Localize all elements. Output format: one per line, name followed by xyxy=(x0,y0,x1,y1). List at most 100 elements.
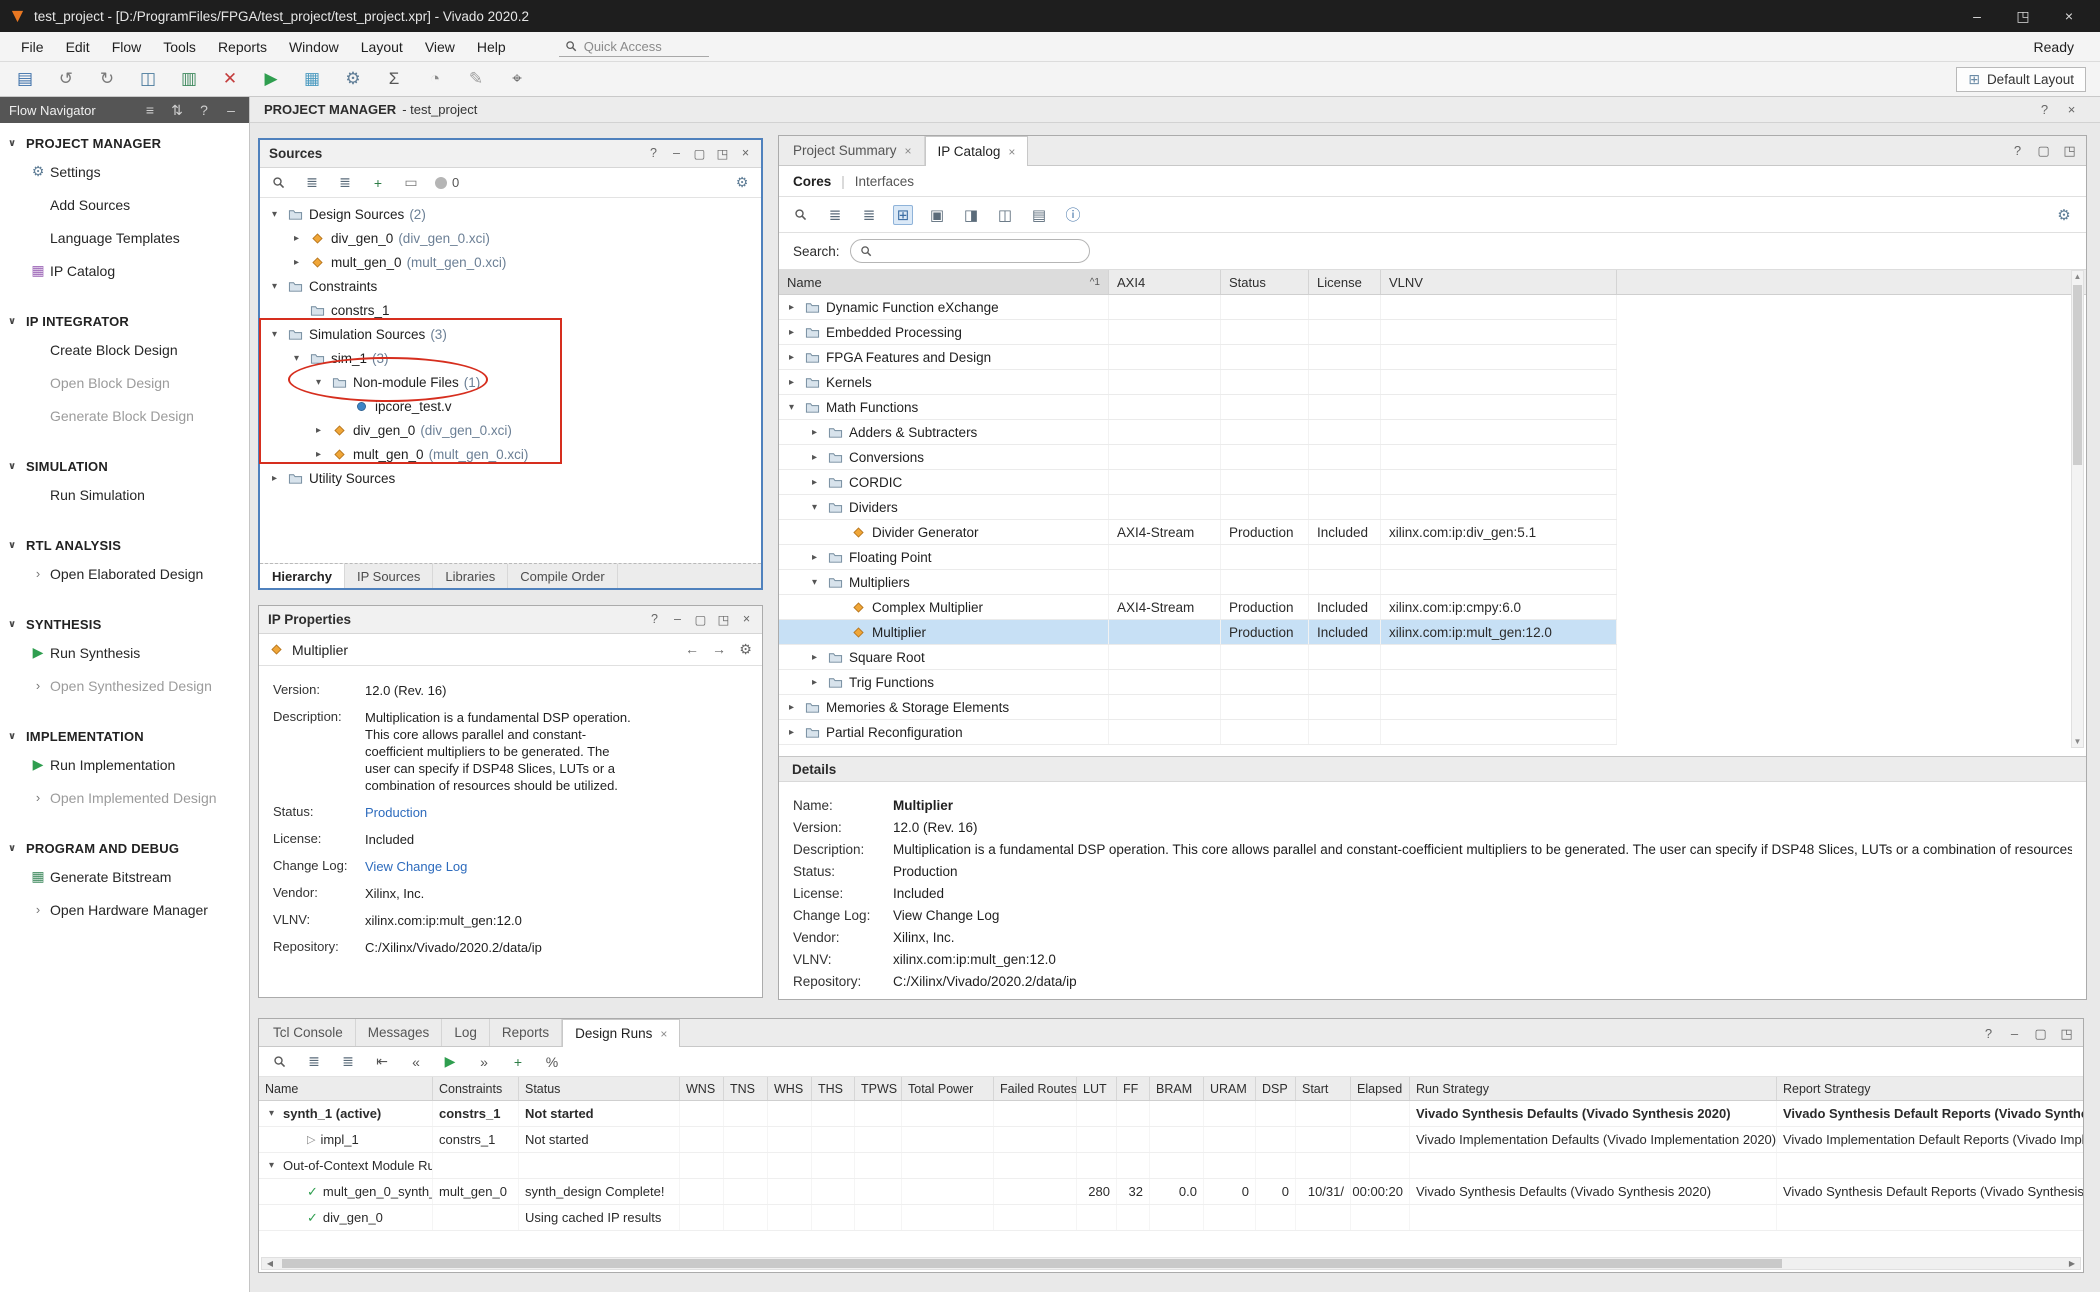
sources-tree-item-non-module-files[interactable]: ▾Non-module Files(1) xyxy=(260,370,761,394)
tab-design-runs[interactable]: Design Runs× xyxy=(562,1019,680,1047)
catalog-row-square-root[interactable]: ▸Square Root xyxy=(779,645,1617,670)
collapse-all-icon[interactable]: ≣ xyxy=(825,205,845,225)
settings-icon[interactable]: ⚙ xyxy=(342,69,364,89)
column-header-vlnv[interactable]: VLNV xyxy=(1381,270,1617,294)
catalog-row-conversions[interactable]: ▸Conversions xyxy=(779,445,1617,470)
minimize-icon[interactable]: – xyxy=(222,100,240,120)
design-run-row-out-of-context-module-runs[interactable]: ▾Out-of-Context Module Runs xyxy=(259,1153,2084,1179)
minimize-icon[interactable]: – xyxy=(670,146,683,161)
flow-item-settings[interactable]: ⚙Settings xyxy=(0,155,249,188)
flow-item-open-elaborated-design[interactable]: ›Open Elaborated Design xyxy=(0,557,249,590)
column-header-report-strategy[interactable]: Report Strategy xyxy=(1777,1077,2084,1100)
property-value[interactable]: View Change Log xyxy=(365,858,637,875)
column-header-failed-routes[interactable]: Failed Routes xyxy=(994,1077,1077,1100)
subtab-interfaces[interactable]: Interfaces xyxy=(855,174,914,189)
sources-tree-item-div-gen-0[interactable]: ▸div_gen_0(div_gen_0.xci) xyxy=(260,418,761,442)
dashboard-icon[interactable]: ▦ xyxy=(301,69,323,89)
minimize-icon[interactable]: – xyxy=(1956,3,1998,29)
flow-section-header-synthesis[interactable]: ∨SYNTHESIS xyxy=(0,612,249,636)
column-header-run-strategy[interactable]: Run Strategy xyxy=(1410,1077,1777,1100)
chevron-right-icon[interactable]: ▸ xyxy=(785,702,798,713)
catalog-row-dividers[interactable]: ▾Dividers xyxy=(779,495,1617,520)
sources-tree-item-ipcore-test-v[interactable]: ipcore_test.v xyxy=(260,394,761,418)
horizontal-scrollbar[interactable]: ◀ ▶ xyxy=(261,1257,2081,1270)
flow-item-add-sources[interactable]: Add Sources xyxy=(0,188,249,221)
sources-tree-item-div-gen-0[interactable]: ▸div_gen_0(div_gen_0.xci) xyxy=(260,226,761,250)
maximize-icon[interactable]: ◳ xyxy=(2002,3,2044,29)
chevron-down-icon[interactable]: ▾ xyxy=(268,209,281,220)
catalog-vertical-scrollbar[interactable]: ▲ ▼ xyxy=(2071,270,2084,748)
design-run-row-div-gen-0[interactable]: ✓div_gen_0Using cached IP results xyxy=(259,1205,2084,1231)
sources-tree-item-constraints[interactable]: ▾Constraints xyxy=(260,274,761,298)
sources-tab-hierarchy[interactable]: Hierarchy xyxy=(260,564,345,588)
column-header-lut[interactable]: LUT xyxy=(1077,1077,1117,1100)
flow-section-header-implementation[interactable]: ∨IMPLEMENTATION xyxy=(0,724,249,748)
sources-tree-item-mult-gen-0[interactable]: ▸mult_gen_0(mult_gen_0.xci) xyxy=(260,250,761,274)
catalog-row-cordic[interactable]: ▸CORDIC xyxy=(779,470,1617,495)
catalog-row-multipliers[interactable]: ▾Multipliers xyxy=(779,570,1617,595)
fast-forward-icon[interactable]: » xyxy=(475,1052,493,1072)
column-header-name[interactable]: Name^1 xyxy=(779,270,1109,294)
catalog-row-kernels[interactable]: ▸Kernels xyxy=(779,370,1617,395)
help-icon[interactable]: ? xyxy=(2011,143,2024,159)
scroll-left-icon[interactable]: ◀ xyxy=(263,1258,277,1270)
scroll-down-icon[interactable]: ▼ xyxy=(2072,736,2083,747)
column-header-status[interactable]: Status xyxy=(1221,270,1309,294)
flow-item-run-synthesis[interactable]: ▶Run Synthesis xyxy=(0,636,249,669)
catalog-row-multiplier[interactable]: MultiplierProductionIncludedxilinx.com:i… xyxy=(779,620,1617,645)
sources-tree-item-design-sources[interactable]: ▾Design Sources(2) xyxy=(260,202,761,226)
grid-icon[interactable]: ▤ xyxy=(1029,205,1049,225)
chevron-down-icon[interactable]: ▾ xyxy=(268,281,281,292)
chevron-right-icon[interactable]: ▸ xyxy=(808,452,821,463)
help-icon[interactable]: ? xyxy=(648,612,661,627)
flow-item-ip-catalog[interactable]: ▦IP Catalog xyxy=(0,254,249,287)
save-icon[interactable]: ▤ xyxy=(14,69,36,89)
float-icon[interactable]: ▢ xyxy=(694,612,707,627)
flow-section-header-program-and-debug[interactable]: ∨PROGRAM AND DEBUG xyxy=(0,836,249,860)
search-icon[interactable] xyxy=(270,173,288,193)
chevron-down-icon[interactable]: ▾ xyxy=(785,402,798,413)
create-run-icon[interactable]: + xyxy=(509,1052,527,1072)
catalog-row-math-functions[interactable]: ▾Math Functions xyxy=(779,395,1617,420)
column-header-elapsed[interactable]: Elapsed xyxy=(1351,1077,1410,1100)
merge-icon[interactable]: ▣ xyxy=(927,205,947,225)
maximize-icon[interactable]: ◳ xyxy=(717,612,730,627)
quick-access-search[interactable]: Quick Access xyxy=(559,37,709,57)
chevron-right-icon[interactable]: ▸ xyxy=(808,677,821,688)
minimize-icon[interactable]: – xyxy=(671,612,684,627)
catalog-row-embedded-processing[interactable]: ▸Embedded Processing xyxy=(779,320,1617,345)
scroll-up-icon[interactable]: ▲ xyxy=(2072,271,2083,282)
flow-item-generate-block-design[interactable]: Generate Block Design xyxy=(0,399,249,432)
property-value[interactable]: Production xyxy=(893,864,958,879)
help-icon[interactable]: ? xyxy=(195,100,213,120)
column-header-tpws[interactable]: TPWS xyxy=(855,1077,902,1100)
report-icon[interactable]: ▥ xyxy=(178,69,200,89)
catalog-row-floating-point[interactable]: ▸Floating Point xyxy=(779,545,1617,570)
sources-tab-ip-sources[interactable]: IP Sources xyxy=(345,564,433,588)
menu-reports[interactable]: Reports xyxy=(207,39,278,55)
probe-icon[interactable]: ⌖ xyxy=(506,69,528,89)
column-header-tns[interactable]: TNS xyxy=(724,1077,768,1100)
chevron-right-icon[interactable]: ▸ xyxy=(290,257,303,268)
menu-edit[interactable]: Edit xyxy=(55,39,101,55)
tab-log[interactable]: Log xyxy=(442,1019,490,1046)
chevron-right-icon[interactable]: ▸ xyxy=(785,352,798,363)
flow-item-open-block-design[interactable]: Open Block Design xyxy=(0,366,249,399)
column-header-wns[interactable]: WNS xyxy=(680,1077,724,1100)
column-header-name[interactable]: Name xyxy=(259,1077,433,1100)
goto-start-icon[interactable]: ⇤ xyxy=(373,1052,391,1072)
help-icon[interactable]: ? xyxy=(1982,1026,1995,1042)
flow-section-header-ip-integrator[interactable]: ∨IP INTEGRATOR xyxy=(0,309,249,333)
column-header-axi4[interactable]: AXI4 xyxy=(1109,270,1221,294)
flow-item-run-implementation[interactable]: ▶Run Implementation xyxy=(0,748,249,781)
float-icon[interactable]: ▢ xyxy=(2037,143,2050,159)
chevron-down-icon[interactable]: ▾ xyxy=(290,353,303,364)
sources-tree-item-mult-gen-0[interactable]: ▸mult_gen_0(mult_gen_0.xci) xyxy=(260,442,761,466)
flow-item-generate-bitstream[interactable]: ▦Generate Bitstream xyxy=(0,860,249,893)
catalog-row-partial-reconfiguration[interactable]: ▸Partial Reconfiguration xyxy=(779,720,1617,745)
undo-icon[interactable]: ↺ xyxy=(55,69,77,89)
chevron-down-icon[interactable]: ▾ xyxy=(808,502,821,513)
back-icon[interactable]: ← xyxy=(685,641,699,658)
chevron-right-icon[interactable]: ▸ xyxy=(785,327,798,338)
timer-icon[interactable]: ◔ xyxy=(424,69,446,89)
